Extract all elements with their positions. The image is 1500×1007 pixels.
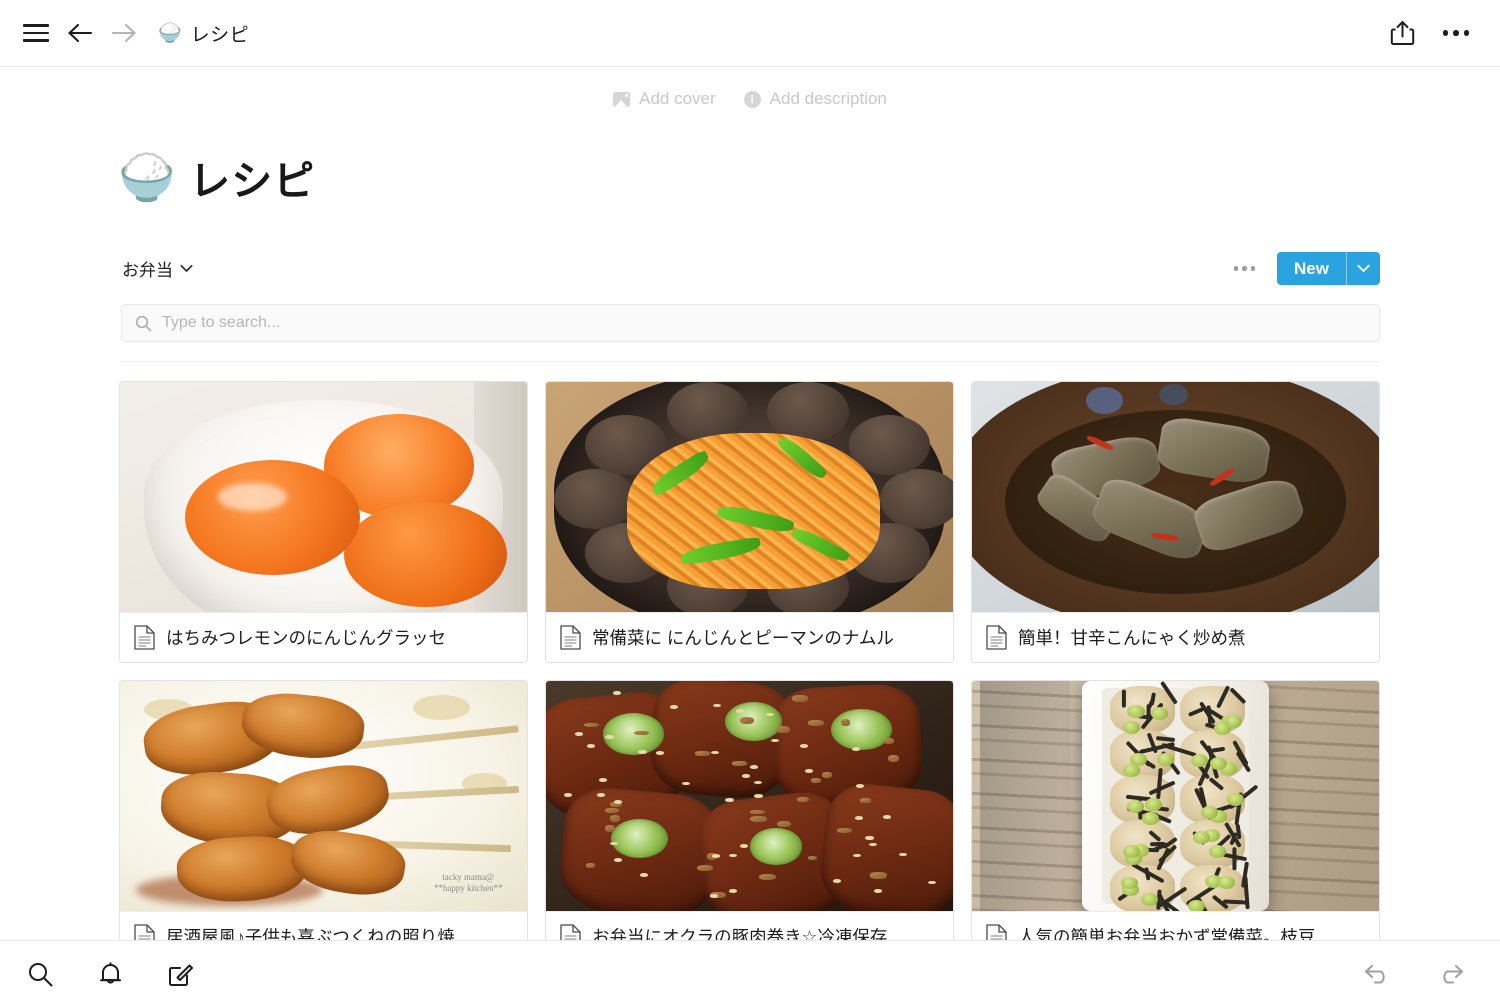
app-window: 🍚 レシピ Add cover i Add description 🍚 レシピ … bbox=[0, 0, 1500, 1007]
card-title: 人気の簡単お弁当おかず常備菜。枝豆... bbox=[1018, 924, 1330, 940]
back-button[interactable] bbox=[58, 11, 102, 55]
search-container bbox=[121, 304, 1380, 342]
search-box[interactable] bbox=[121, 304, 1380, 342]
bottom-search-button[interactable] bbox=[18, 952, 62, 996]
page-icon-emoji[interactable]: 🍚 bbox=[118, 154, 175, 200]
more-options-button[interactable] bbox=[1434, 11, 1478, 55]
card-footer: はちみつレモンのにんじんグラッセ bbox=[120, 612, 527, 662]
card-title: 居酒屋風♪子供も喜ぶつくねの照り焼... bbox=[166, 924, 469, 940]
bottom-toolbar bbox=[0, 940, 1500, 1007]
gallery-card[interactable]: 簡単！甘辛こんにゃく炒め煮 bbox=[971, 381, 1380, 663]
database-controls-row: お弁当 New bbox=[122, 252, 1380, 285]
redo-button[interactable] bbox=[1428, 952, 1472, 996]
hamburger-menu-icon bbox=[23, 24, 49, 42]
card-footer: 常備菜に にんじんとピーマンのナムル bbox=[546, 612, 953, 662]
page-icon bbox=[560, 924, 581, 940]
top-navigation-bar: 🍚 レシピ bbox=[0, 0, 1500, 67]
add-cover-button[interactable]: Add cover bbox=[613, 89, 716, 109]
undo-icon bbox=[1363, 962, 1393, 986]
arrow-right-icon bbox=[111, 22, 137, 44]
card-title: 常備菜に にんじんとピーマンのナムル bbox=[592, 625, 894, 650]
card-thumbnail bbox=[546, 681, 953, 911]
arrow-left-icon bbox=[67, 22, 93, 44]
view-selector-label: お弁当 bbox=[122, 256, 173, 281]
view-options-button[interactable] bbox=[1234, 266, 1256, 271]
content-divider bbox=[121, 361, 1380, 362]
card-title: お弁当にオクラの豚肉巻き☆冷凍保存... bbox=[592, 924, 902, 940]
page-icon bbox=[134, 924, 155, 940]
compose-icon bbox=[167, 961, 194, 988]
card-footer: 簡単！甘辛こんにゃく炒め煮 bbox=[972, 612, 1379, 662]
breadcrumb-emoji: 🍚 bbox=[158, 24, 182, 43]
card-footer: 居酒屋風♪子供も喜ぶつくねの照り焼... bbox=[120, 911, 527, 940]
card-title: はちみつレモンのにんじんグラッセ bbox=[166, 625, 446, 650]
more-horizontal-icon bbox=[1443, 30, 1470, 36]
page-icon bbox=[134, 625, 155, 650]
card-thumbnail bbox=[120, 382, 527, 612]
search-icon bbox=[27, 961, 54, 988]
chevron-down-icon bbox=[180, 264, 193, 273]
notifications-button[interactable] bbox=[88, 952, 132, 996]
image-icon bbox=[613, 92, 630, 107]
view-selector[interactable]: お弁当 bbox=[122, 256, 193, 281]
redo-icon bbox=[1435, 962, 1465, 986]
gallery-card[interactable]: はちみつレモンのにんじんグラッセ bbox=[119, 381, 528, 663]
page-title-row: 🍚 レシピ bbox=[0, 115, 1500, 207]
gallery-card[interactable]: 常備菜に にんじんとピーマンのナムル bbox=[545, 381, 954, 663]
card-thumbnail bbox=[972, 382, 1379, 612]
search-icon bbox=[135, 315, 152, 332]
bottom-toolbar-right bbox=[1356, 952, 1472, 996]
forward-button[interactable] bbox=[102, 11, 146, 55]
image-watermark: tacky mama@ **happy kitchen** bbox=[434, 872, 503, 895]
share-icon bbox=[1390, 20, 1415, 46]
card-footer: 人気の簡単お弁当おかず常備菜。枝豆... bbox=[972, 911, 1379, 940]
top-bar-right-group bbox=[1380, 11, 1478, 55]
new-button[interactable]: New bbox=[1277, 252, 1380, 285]
gallery-card[interactable]: 人気の簡単お弁当おかず常備菜。枝豆... bbox=[971, 680, 1380, 940]
page-meta-actions: Add cover i Add description bbox=[0, 67, 1500, 115]
add-description-button[interactable]: i Add description bbox=[744, 89, 887, 109]
page-title[interactable]: レシピ bbox=[189, 147, 315, 207]
gallery-grid: はちみつレモンのにんじんグラッセ 常備菜に にんじんとピーマンのナムル 簡単！甘辛こ… bbox=[119, 381, 1500, 940]
add-cover-label: Add cover bbox=[639, 89, 716, 109]
card-thumbnail: tacky mama@ **happy kitchen** bbox=[120, 681, 527, 911]
gallery-card[interactable]: tacky mama@ **happy kitchen** 居酒屋風♪子供も喜ぶつく… bbox=[119, 680, 528, 940]
page-icon bbox=[560, 625, 581, 650]
database-controls-right: New bbox=[1234, 252, 1380, 285]
card-thumbnail bbox=[972, 681, 1379, 911]
gallery-card[interactable]: お弁当にオクラの豚肉巻き☆冷凍保存... bbox=[545, 680, 954, 940]
new-button-label: New bbox=[1277, 252, 1346, 285]
card-title: 簡単！甘辛こんにゃく炒め煮 bbox=[1018, 625, 1246, 650]
undo-button[interactable] bbox=[1356, 952, 1400, 996]
hamburger-menu-button[interactable] bbox=[14, 11, 58, 55]
page-icon bbox=[986, 625, 1007, 650]
add-description-label: Add description bbox=[770, 89, 887, 109]
search-input[interactable] bbox=[162, 314, 1366, 332]
new-button-dropdown[interactable] bbox=[1347, 252, 1380, 285]
top-bar-left-group: 🍚 レシピ bbox=[14, 11, 249, 55]
chevron-down-icon bbox=[1357, 264, 1370, 273]
bottom-toolbar-left bbox=[18, 952, 202, 996]
breadcrumb[interactable]: 🍚 レシピ bbox=[158, 20, 249, 47]
page-content: Add cover i Add description 🍚 レシピ お弁当 Ne… bbox=[0, 67, 1500, 940]
compose-button[interactable] bbox=[158, 952, 202, 996]
card-footer: お弁当にオクラの豚肉巻き☆冷凍保存... bbox=[546, 911, 953, 940]
breadcrumb-label: レシピ bbox=[191, 20, 250, 47]
info-icon: i bbox=[744, 91, 761, 108]
bell-icon bbox=[98, 961, 123, 988]
card-thumbnail bbox=[546, 382, 953, 612]
share-button[interactable] bbox=[1380, 11, 1424, 55]
page-icon bbox=[986, 924, 1007, 940]
